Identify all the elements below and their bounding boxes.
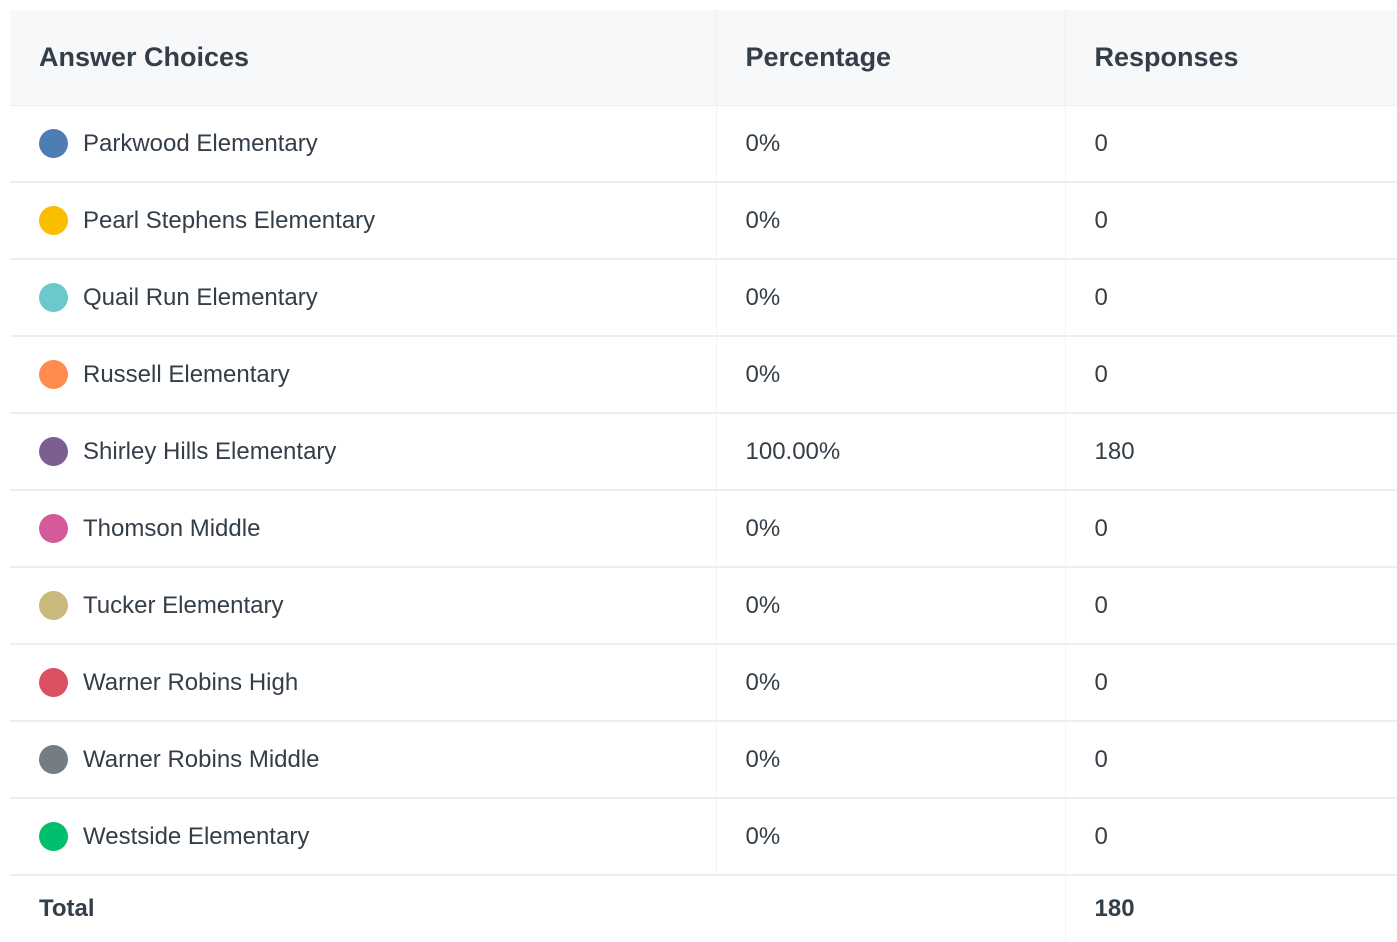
responses-cell: 0 <box>1064 336 1397 414</box>
answer-choice-label: Westside Elementary <box>83 822 310 850</box>
color-legend-dot-icon <box>39 822 68 851</box>
percentage-cell: 0% <box>715 490 1065 568</box>
answer-choice-cell: Pearl Stephens Elementary <box>10 182 716 260</box>
answer-choice-cell: Warner Robins Middle <box>10 721 716 799</box>
color-legend-dot-icon <box>39 591 68 620</box>
answer-choice-label: Russell Elementary <box>83 360 290 388</box>
answer-choice-label: Warner Robins High <box>83 668 299 696</box>
answer-choice-cell: Westside Elementary <box>10 798 716 876</box>
answer-choice-cell: Shirley Hills Elementary <box>10 413 716 491</box>
total-responses: 180 <box>1064 875 1397 942</box>
table-row: Warner Robins Middle 0% 0 <box>10 721 1397 799</box>
responses-cell: 0 <box>1064 644 1397 722</box>
total-label: Total <box>39 895 95 922</box>
answer-choices-table-container: Answer Choices Percentage Responses Park… <box>10 10 1397 942</box>
responses-cell: 0 <box>1064 182 1397 260</box>
answer-choice-cell: Quail Run Elementary <box>10 259 716 337</box>
answer-choices-table: Answer Choices Percentage Responses Park… <box>10 10 1397 942</box>
responses-cell: 0 <box>1064 105 1397 183</box>
color-legend-dot-icon <box>39 283 68 312</box>
percentage-cell: 0% <box>715 259 1065 337</box>
color-legend-dot-icon <box>39 437 68 466</box>
table-row: Westside Elementary 0% 0 <box>10 798 1397 876</box>
answer-choice-cell: Warner Robins High <box>10 644 716 722</box>
percentage-cell: 0% <box>715 182 1065 260</box>
percentage-cell: 0% <box>715 644 1065 722</box>
answer-choice-label: Pearl Stephens Elementary <box>83 206 376 234</box>
table-header-row: Answer Choices Percentage Responses <box>10 10 1397 106</box>
percentage-cell: 0% <box>715 567 1065 645</box>
table-row: Thomson Middle 0% 0 <box>10 490 1397 568</box>
table-row: Warner Robins High 0% 0 <box>10 644 1397 722</box>
header-answer-choices[interactable]: Answer Choices <box>10 10 716 106</box>
table-row: Pearl Stephens Elementary 0% 0 <box>10 182 1397 260</box>
color-legend-dot-icon <box>39 745 68 774</box>
table-row: Parkwood Elementary 0% 0 <box>10 105 1397 183</box>
color-legend-dot-icon <box>39 360 68 389</box>
answer-choice-cell: Thomson Middle <box>10 490 716 568</box>
percentage-cell: 100.00% <box>715 413 1065 491</box>
answer-choice-cell: Parkwood Elementary <box>10 105 716 183</box>
color-legend-dot-icon <box>39 514 68 543</box>
answer-choice-cell: Tucker Elementary <box>10 567 716 645</box>
answer-choice-label: Shirley Hills Elementary <box>83 437 337 465</box>
table-row: Tucker Elementary 0% 0 <box>10 567 1397 645</box>
table-row: Quail Run Elementary 0% 0 <box>10 259 1397 337</box>
responses-cell: 0 <box>1064 798 1397 876</box>
responses-cell: 0 <box>1064 567 1397 645</box>
responses-cell: 0 <box>1064 490 1397 568</box>
responses-cell: 0 <box>1064 259 1397 337</box>
color-legend-dot-icon <box>39 668 68 697</box>
answer-choice-cell: Russell Elementary <box>10 336 716 414</box>
answer-choice-label: Thomson Middle <box>83 514 261 542</box>
percentage-cell: 0% <box>715 721 1065 799</box>
percentage-cell: 0% <box>715 105 1065 183</box>
color-legend-dot-icon <box>39 129 68 158</box>
responses-cell: 180 <box>1064 413 1397 491</box>
total-percentage-empty <box>716 875 1065 942</box>
answer-choice-label: Warner Robins Middle <box>83 745 320 773</box>
answer-choice-label: Parkwood Elementary <box>83 129 318 157</box>
responses-cell: 0 <box>1064 721 1397 799</box>
percentage-cell: 0% <box>715 336 1065 414</box>
total-row: Total 180 <box>10 875 1397 942</box>
table-row: Russell Elementary 0% 0 <box>10 336 1397 414</box>
answer-choice-label: Tucker Elementary <box>83 591 284 619</box>
table-row: Shirley Hills Elementary 100.00% 180 <box>10 413 1397 491</box>
header-responses[interactable]: Responses <box>1064 10 1397 106</box>
answer-choice-label: Quail Run Elementary <box>83 283 318 311</box>
percentage-cell: 0% <box>715 798 1065 876</box>
color-legend-dot-icon <box>39 206 68 235</box>
header-percentage[interactable]: Percentage <box>715 10 1065 106</box>
